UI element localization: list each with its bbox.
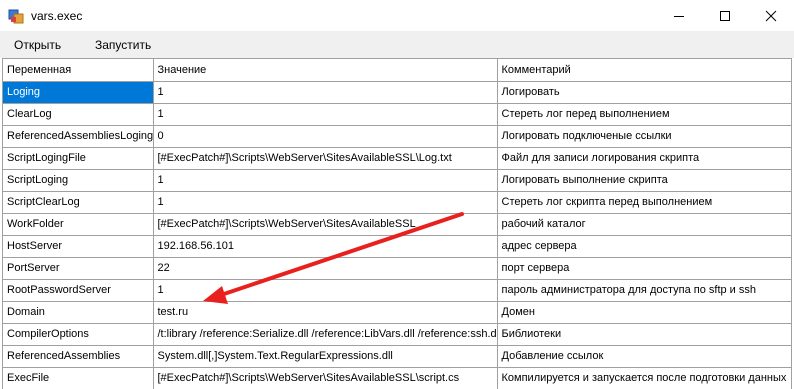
cell-comment[interactable]: Добавление ссылок <box>497 345 791 368</box>
cell-variable[interactable]: HostServer <box>3 235 154 258</box>
cell-value[interactable]: 22 <box>153 257 498 280</box>
cell-variable[interactable]: ReferencedAssemblies <box>3 345 154 368</box>
cell-comment[interactable]: адрес сервера <box>497 235 791 258</box>
cell-value[interactable]: 1 <box>153 103 498 126</box>
close-button[interactable] <box>748 0 794 31</box>
cell-value[interactable]: 1 <box>153 169 498 192</box>
table-row[interactable]: HostServer 192.168.56.101 адрес сервера <box>3 235 791 258</box>
cell-value[interactable]: test.ru <box>153 301 498 324</box>
cell-value[interactable]: 1 <box>153 191 498 214</box>
table-row[interactable]: ReferencedAssembliesLoging 0 Логировать по… <box>3 125 791 148</box>
menu-bar: Открыть Запустить <box>0 31 794 58</box>
app-icon[interactable] <box>8 8 24 24</box>
cell-comment[interactable]: Файл для записи логирования скрипта <box>497 147 791 170</box>
cell-variable[interactable]: ClearLog <box>3 103 154 126</box>
cell-variable[interactable]: Loging <box>3 81 154 104</box>
column-header-variable[interactable]: Переменная <box>3 59 154 82</box>
column-header-value[interactable]: Значение <box>153 59 498 82</box>
cell-variable[interactable]: ScriptClearLog <box>3 191 154 214</box>
close-icon <box>765 10 777 21</box>
cell-variable[interactable]: ScriptLoging <box>3 169 154 192</box>
cell-comment[interactable]: Стереть лог скрипта перед выполнением <box>497 191 791 214</box>
maximize-icon <box>720 10 730 21</box>
table-row[interactable]: PortServer 22 порт сервера <box>3 257 791 280</box>
menu-open[interactable]: Открыть <box>14 36 61 54</box>
cell-variable[interactable]: Domain <box>3 301 154 324</box>
table-row[interactable]: RootPasswordServer 1 пароль администратора… <box>3 279 791 302</box>
cell-variable[interactable]: PortServer <box>3 257 154 280</box>
table-row[interactable]: ExecFile [#ExecPatch#]\Scripts\WebServer\… <box>3 367 791 389</box>
cell-comment[interactable]: Компилируется и запускается после подгот… <box>497 367 791 389</box>
cell-comment[interactable]: порт сервера <box>497 257 791 280</box>
table-row[interactable]: ScriptLoging 1 Логировать выполнение скрип… <box>3 169 791 192</box>
table-row[interactable]: ReferencedAssemblies System.dll[,]System.… <box>3 345 791 368</box>
window-title: vars.exec <box>31 9 83 23</box>
maximize-button[interactable] <box>702 0 748 31</box>
cell-variable[interactable]: ReferencedAssembliesLoging <box>3 125 154 148</box>
cell-value[interactable]: [#ExecPatch#]\Scripts\WebServer\SitesAva… <box>153 147 498 170</box>
cell-value[interactable]: 1 <box>153 81 498 104</box>
cell-value[interactable]: 192.168.56.101 <box>153 235 498 258</box>
title-bar: vars.exec <box>0 0 794 31</box>
cell-comment[interactable]: Логировать подключеные ссылки <box>497 125 791 148</box>
table-row[interactable]: WorkFolder [#ExecPatch#]\Scripts\WebServe… <box>3 213 791 236</box>
variables-table: Переменная Значение Комментарий Loging 1 Л… <box>3 59 791 389</box>
header-row: Переменная Значение Комментарий <box>3 59 791 82</box>
menu-run[interactable]: Запустить <box>95 36 151 54</box>
cell-comment[interactable]: пароль администратора для доступа по sft… <box>497 279 791 302</box>
cell-variable[interactable]: ExecFile <box>3 367 154 389</box>
cell-value[interactable]: [#ExecPatch#]\Scripts\WebServer\SitesAva… <box>153 367 498 389</box>
cell-value[interactable]: /t:library /reference:Serialize.dll /ref… <box>153 323 498 346</box>
variables-grid[interactable]: Переменная Значение Комментарий Loging 1 Л… <box>2 58 792 389</box>
table-row[interactable]: ScriptLogingFile [#ExecPatch#]\Scripts\We… <box>3 147 791 170</box>
column-header-comment[interactable]: Комментарий <box>497 59 791 82</box>
table-row[interactable]: CompilerOptions/t:library /reference:Ser… <box>3 323 791 346</box>
cell-value[interactable]: 1 <box>153 279 498 302</box>
table-row[interactable]: ScriptClearLog 1 Стереть лог скрипта перед… <box>3 191 791 214</box>
cell-comment[interactable]: Логировать <box>497 81 791 104</box>
cell-variable[interactable]: WorkFolder <box>3 213 154 236</box>
minimize-icon <box>674 15 684 17</box>
cell-comment[interactable]: Домен <box>497 301 791 324</box>
table-row[interactable]: Domain test.ru Домен <box>3 301 791 324</box>
table-row[interactable]: Loging 1 Логировать <box>3 81 791 104</box>
cell-value[interactable]: [#ExecPatch#]\Scripts\WebServer\SitesAva… <box>153 213 498 236</box>
cell-variable[interactable]: ScriptLogingFile <box>3 147 154 170</box>
cell-comment[interactable]: Логировать выполнение скрипта <box>497 169 791 192</box>
cell-comment[interactable]: рабочий каталог <box>497 213 791 236</box>
table-row[interactable]: ClearLog 1 Стереть лог перед выполнением <box>3 103 791 126</box>
cell-comment[interactable]: Стереть лог перед выполнением <box>497 103 791 126</box>
cell-variable[interactable]: CompilerOptions <box>3 323 154 346</box>
cell-value[interactable]: 0 <box>153 125 498 148</box>
cell-comment[interactable]: Библиотеки <box>497 323 791 346</box>
cell-value[interactable]: System.dll[,]System.Text.RegularExpressi… <box>153 345 498 368</box>
cell-variable[interactable]: RootPasswordServer <box>3 279 154 302</box>
minimize-button[interactable] <box>656 0 702 31</box>
